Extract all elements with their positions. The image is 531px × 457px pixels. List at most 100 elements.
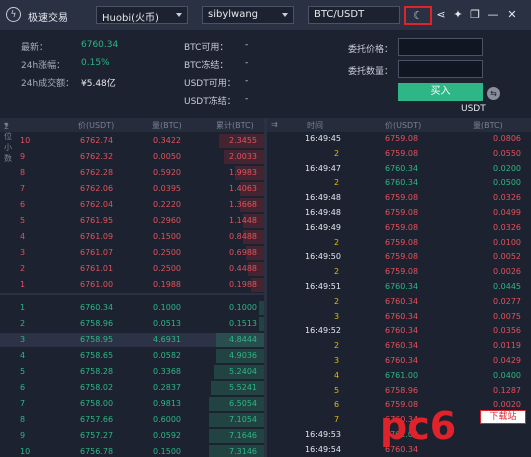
bid-cumulative: 5.2404	[229, 367, 257, 376]
ask-row[interactable]: 5 6761.95 0.2960 1.1448	[0, 214, 264, 228]
ask-cumulative: 0.8488	[229, 232, 257, 241]
trade-time: 2	[334, 148, 340, 158]
bid-level: 3	[20, 335, 26, 344]
quantity-input[interactable]	[398, 60, 483, 78]
trade-row[interactable]: 2 6760.34 0.0119	[267, 340, 531, 353]
bid-amount: 0.3368	[153, 367, 181, 376]
bid-row[interactable]: 9 6757.27 0.0592 7.1646	[0, 429, 264, 443]
book-divider	[0, 293, 264, 295]
bid-cumulative: 5.5241	[229, 383, 257, 392]
bid-price: 6758.96	[80, 319, 114, 328]
latest-value: 6760.34	[81, 40, 119, 50]
ask-level: 9	[20, 152, 26, 161]
price-label: 委托价格：	[348, 45, 394, 55]
ask-level: 6	[20, 200, 26, 209]
exchange-select[interactable]: Huobi(火币)	[96, 6, 188, 24]
bid-row[interactable]: 2 6758.96 0.0513 0.1513	[0, 317, 264, 331]
ask-row[interactable]: 4 6761.09 0.1500 0.8488	[0, 230, 264, 244]
ask-row[interactable]: 9 6762.32 0.0050 2.0033	[0, 150, 264, 164]
pair-select[interactable]: BTC/USDT	[308, 6, 400, 24]
ask-amount: 0.0050	[153, 152, 181, 161]
price-input[interactable]	[398, 38, 483, 56]
bid-level: 5	[20, 367, 26, 376]
trade-price: 6760.34	[385, 163, 419, 173]
bid-row[interactable]: 10 6756.78 0.1500 7.3146	[0, 445, 264, 457]
trade-row[interactable]: 2 6759.08 0.0100	[267, 237, 531, 250]
trade-amount: 0.0326	[493, 193, 521, 203]
bid-row[interactable]: 8 6757.66 0.6000 7.1054	[0, 413, 264, 427]
trade-amount: 0.0500	[493, 178, 521, 188]
ask-row[interactable]: 6 6762.04 0.2220 1.3668	[0, 198, 264, 212]
btc-frozen-label: BTC冻结：	[184, 61, 229, 71]
close-icon[interactable]: ✕	[505, 8, 519, 22]
trade-row[interactable]: 2 6759.08 0.0550	[267, 148, 531, 161]
coin-switch-icon[interactable]: ⇆	[487, 87, 500, 100]
trade-row[interactable]: 3 6760.34 0.0429	[267, 355, 531, 368]
bid-row[interactable]: 7 6758.00 0.9813 6.5054	[0, 397, 264, 411]
night-mode-button[interactable]: ☾	[404, 6, 432, 25]
trade-time: 3	[334, 356, 340, 365]
bid-row[interactable]: 6 6758.02 0.2837 5.5241	[0, 381, 264, 395]
bid-cumulative: 4.9036	[229, 351, 257, 360]
trade-row[interactable]: 16:49:50 6759.08 0.0052	[267, 251, 531, 264]
bid-cumulative: 4.8444	[229, 335, 257, 344]
trade-row[interactable]: 3 6760.34 0.0075	[267, 311, 531, 324]
trade-row[interactable]: 4 6761.00 0.0400	[267, 370, 531, 383]
ask-row[interactable]: 10 6762.74 0.3422 2.3455	[0, 134, 264, 148]
trade-row[interactable]: 16:49:49 6759.08 0.0326	[267, 222, 531, 235]
trade-price: 6760.34	[385, 282, 419, 291]
trades-header: ⇉ 时间 价(USDT) 量(BTC)	[267, 118, 531, 132]
minimize-icon[interactable]: —	[486, 8, 500, 22]
bid-row[interactable]: 3 6758.95 4.6931 4.8444	[0, 333, 264, 347]
trade-row[interactable]: 2 6760.34 0.0500	[267, 177, 531, 190]
bid-level: 10	[20, 447, 31, 456]
pin-icon[interactable]: ✦	[451, 8, 465, 22]
ask-row[interactable]: 7 6762.06 0.0395 1.4063	[0, 182, 264, 196]
share-icon[interactable]: ⋖	[434, 8, 448, 22]
trade-row[interactable]: 5 6758.96 0.1287	[267, 385, 531, 398]
ask-amount: 0.2500	[153, 264, 181, 273]
bid-row[interactable]: 5 6758.28 0.3368 5.2404	[0, 365, 264, 379]
ask-cumulative: 1.1448	[229, 216, 257, 225]
bid-price: 6758.28	[80, 367, 114, 376]
buy-button[interactable]: 买入	[398, 83, 483, 101]
bid-row[interactable]: 1 6760.34 0.1000 0.1000	[0, 301, 264, 315]
book-price-header: 价(USDT)	[78, 121, 115, 130]
trade-amount: 0.0200	[493, 163, 521, 173]
trade-price: 6760.34	[385, 296, 419, 306]
bid-amount: 0.2837	[153, 383, 181, 392]
trade-amount-header: 量(BTC)	[473, 121, 503, 130]
trade-time: 16:49:52	[305, 326, 341, 336]
ask-cumulative: 2.0033	[229, 152, 257, 161]
ask-row[interactable]: 1 6761.00 0.1988 0.1988	[0, 278, 264, 292]
bid-amount: 0.1500	[153, 447, 181, 456]
account-select[interactable]: sibylwang	[202, 6, 294, 24]
trade-row[interactable]: 2 6759.08 0.0026	[267, 266, 531, 279]
bid-row[interactable]: 4 6758.65 0.0582 4.9036	[0, 349, 264, 363]
trade-row[interactable]: 16:49:52 6760.34 0.0356	[267, 325, 531, 338]
trades-filter-icon[interactable]: ⇉	[271, 120, 278, 129]
trade-row[interactable]: 16:49:45 6759.08 0.0806	[267, 133, 531, 146]
trade-amount: 0.0052	[493, 252, 521, 262]
trade-price: 6759.08	[385, 237, 419, 247]
trade-price: 6760.34	[385, 326, 419, 336]
trade-row[interactable]: 2 6760.34 0.0277	[267, 296, 531, 309]
trade-amount: 0.0326	[493, 222, 521, 232]
ask-level: 4	[20, 232, 26, 241]
trade-time: 2	[334, 178, 340, 188]
ask-level: 5	[20, 216, 26, 225]
trade-row[interactable]: 16:49:48 6759.08 0.0326	[267, 192, 531, 205]
ask-row[interactable]: 3 6761.07 0.2500 0.6988	[0, 246, 264, 260]
precision-select[interactable]: 2位小数 ▾	[4, 120, 12, 163]
ask-price: 6761.09	[80, 232, 114, 241]
trade-row[interactable]: 16:49:48 6759.08 0.0499	[267, 207, 531, 220]
bid-cumulative: 6.5054	[229, 399, 257, 408]
trade-price-header: 价(USDT)	[385, 121, 422, 130]
ask-row[interactable]: 8 6762.28 0.5920 1.9983	[0, 166, 264, 180]
trade-row[interactable]: 16:49:51 6760.34 0.0445	[267, 281, 531, 294]
ask-row[interactable]: 2 6761.01 0.2500 0.4488	[0, 262, 264, 276]
trade-amount: 0.1287	[493, 385, 521, 395]
bid-price: 6758.02	[80, 383, 114, 392]
restore-window-icon[interactable]: ❐	[468, 8, 482, 22]
trade-row[interactable]: 16:49:47 6760.34 0.0200	[267, 163, 531, 176]
